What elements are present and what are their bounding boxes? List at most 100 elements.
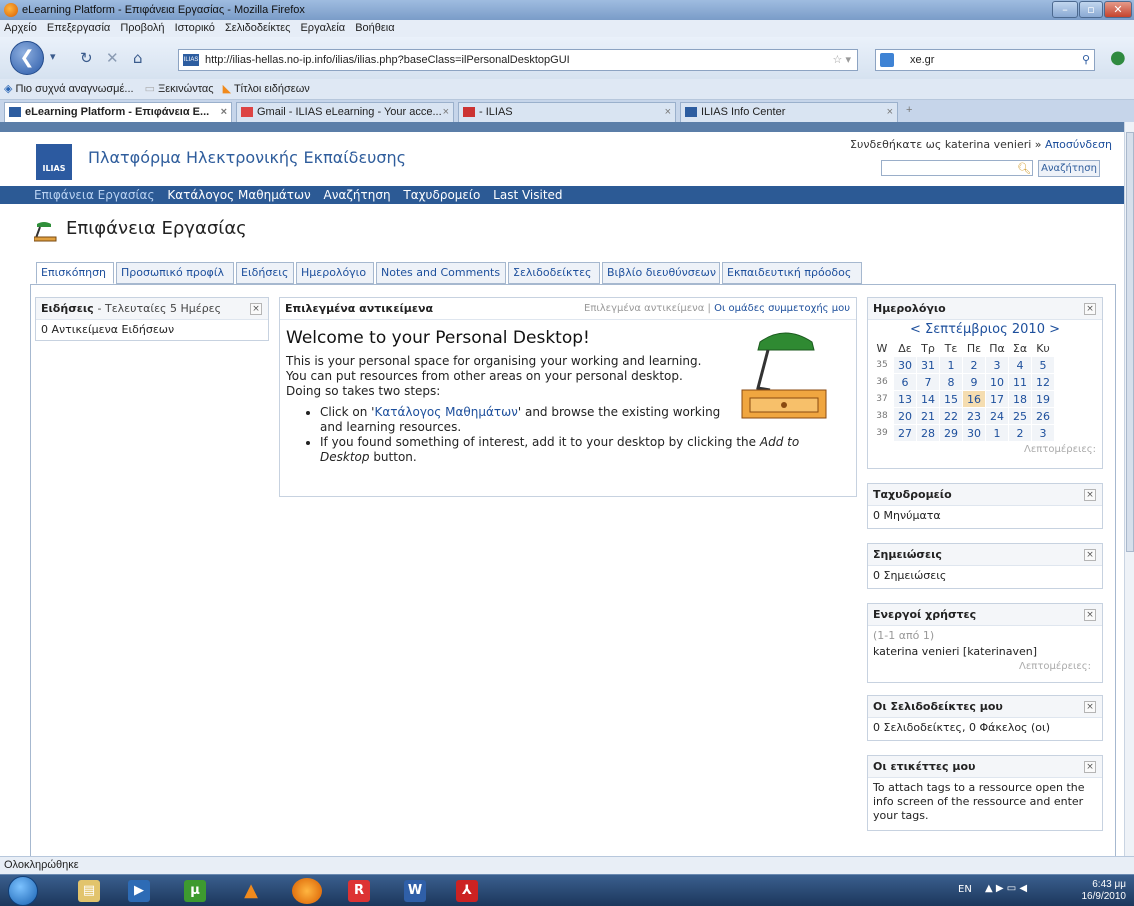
- selected-items-link[interactable]: Επιλεγμένα αντικείμενα: [584, 303, 704, 314]
- calendar-day[interactable]: 3: [986, 357, 1008, 373]
- calendar-day[interactable]: 29: [940, 425, 962, 441]
- calendar-day[interactable]: 5: [1032, 357, 1054, 373]
- menu-last-visited[interactable]: Last Visited: [493, 188, 562, 202]
- calendar-day[interactable]: 21: [917, 408, 939, 424]
- week-number[interactable]: 38: [871, 408, 893, 424]
- menu-help[interactable]: Βοήθεια: [355, 22, 394, 34]
- vertical-scrollbar[interactable]: [1124, 122, 1134, 856]
- clock[interactable]: 6:43 μμ 16/9/2010: [1082, 879, 1127, 903]
- tab-ilias[interactable]: - ILIAS ×: [458, 102, 676, 122]
- calendar-month-nav[interactable]: < Σεπτέμβριος 2010 >: [868, 322, 1102, 337]
- calendar-day[interactable]: 12: [1032, 374, 1054, 390]
- close-tab-icon[interactable]: ×: [887, 103, 893, 121]
- tab-calendar[interactable]: Ημερολόγιο: [296, 262, 374, 284]
- calendar-day[interactable]: 19: [1032, 391, 1054, 407]
- calendar-day[interactable]: 6: [894, 374, 916, 390]
- calendar-day[interactable]: 28: [917, 425, 939, 441]
- ilias-logo[interactable]: ILIAS: [36, 144, 72, 180]
- calendar-day[interactable]: 25: [1009, 408, 1031, 424]
- calendar-day[interactable]: 1: [940, 357, 962, 373]
- close-icon[interactable]: ×: [1084, 609, 1096, 621]
- calendar-day[interactable]: 14: [917, 391, 939, 407]
- reload-icon[interactable]: ↻: [80, 49, 93, 67]
- explorer-icon[interactable]: ▤: [78, 880, 100, 902]
- calendar-day[interactable]: 8: [940, 374, 962, 390]
- calendar-day[interactable]: 3: [1032, 425, 1054, 441]
- close-tab-icon[interactable]: ×: [665, 103, 671, 121]
- calendar-day[interactable]: 20: [894, 408, 916, 424]
- week-number[interactable]: 36: [871, 374, 893, 390]
- calendar-day[interactable]: 23: [963, 408, 985, 424]
- menu-bookmarks[interactable]: Σελιδοδείκτες: [225, 22, 290, 34]
- calendar-day[interactable]: 1: [986, 425, 1008, 441]
- menu-tools[interactable]: Εργαλεία: [300, 22, 345, 34]
- language-indicator[interactable]: EN: [958, 884, 972, 895]
- bookmark-headlines[interactable]: Τίτλοι ειδήσεων: [234, 83, 310, 95]
- menu-view[interactable]: Προβολή: [120, 22, 164, 34]
- menu-file[interactable]: Αρχείο: [4, 22, 37, 34]
- menu-search[interactable]: Αναζήτηση: [324, 188, 391, 202]
- tab-ilias-info[interactable]: ILIAS Info Center ×: [680, 102, 898, 122]
- pdf-icon[interactable]: ⅄: [456, 880, 478, 902]
- addon-icon[interactable]: ●: [1110, 47, 1126, 68]
- close-icon[interactable]: ×: [1084, 489, 1096, 501]
- tab-gmail[interactable]: Gmail - ILIAS eLearning - Your acce... ×: [236, 102, 454, 122]
- calendar-day[interactable]: 15: [940, 391, 962, 407]
- week-number[interactable]: 39: [871, 425, 893, 441]
- menu-history[interactable]: Ιστορικό: [175, 22, 215, 34]
- calendar-day[interactable]: 17: [986, 391, 1008, 407]
- tab-elearning[interactable]: eLearning Platform - Επιφάνεια Ε... ×: [4, 102, 232, 122]
- close-icon[interactable]: ×: [1084, 701, 1096, 713]
- courses-link[interactable]: Κατάλογος Μαθημάτων: [374, 405, 517, 419]
- my-groups-link[interactable]: Οι ομάδες συμμετοχής μου: [714, 303, 850, 314]
- calendar-day[interactable]: 2: [963, 357, 985, 373]
- tab-learning-progress[interactable]: Εκπαιδευτική πρόοδος: [722, 262, 862, 284]
- close-tab-icon[interactable]: ×: [221, 103, 227, 121]
- bookmark-star-icon[interactable]: ☆ ▾: [833, 50, 851, 70]
- calendar-day[interactable]: 13: [894, 391, 916, 407]
- search-bar[interactable]: xe.gr ⚲: [875, 49, 1095, 71]
- close-icon[interactable]: ×: [1084, 303, 1096, 315]
- utorrent-icon[interactable]: µ: [184, 880, 206, 902]
- tab-profile[interactable]: Προσωπικό προφίλ: [116, 262, 234, 284]
- tab-bookmarks[interactable]: Σελιδοδείκτες: [508, 262, 600, 284]
- firefox-taskbar-icon[interactable]: [292, 878, 322, 904]
- tab-news[interactable]: Ειδήσεις: [236, 262, 294, 284]
- close-icon[interactable]: ×: [250, 303, 262, 315]
- ilias-search-button[interactable]: Αναζήτηση: [1038, 160, 1100, 177]
- calendar-day[interactable]: 4: [1009, 357, 1031, 373]
- calendar-day[interactable]: 24: [986, 408, 1008, 424]
- acrobat-reader-icon[interactable]: R: [348, 880, 370, 902]
- menu-mail[interactable]: Ταχυδρομείο: [403, 188, 480, 202]
- calendar-day[interactable]: 9: [963, 374, 985, 390]
- calendar-day[interactable]: 31: [917, 357, 939, 373]
- minimize-button[interactable]: –: [1052, 1, 1078, 18]
- calendar-day-today[interactable]: 16: [963, 391, 985, 407]
- close-icon[interactable]: ×: [1084, 761, 1096, 773]
- calendar-day[interactable]: 7: [917, 374, 939, 390]
- media-player-icon[interactable]: ▶: [128, 880, 150, 902]
- week-number[interactable]: 37: [871, 391, 893, 407]
- menu-desktop[interactable]: Επιφάνεια Εργασίας: [34, 188, 155, 202]
- start-button[interactable]: [8, 876, 38, 906]
- calendar-day[interactable]: 30: [894, 357, 916, 373]
- active-user-entry[interactable]: katerina venieri [katerinaven]: [873, 645, 1097, 659]
- close-window-button[interactable]: ✕: [1104, 1, 1132, 18]
- word-icon[interactable]: W: [404, 880, 426, 902]
- tab-addressbook[interactable]: Βιβλίο διευθύνσεων: [602, 262, 720, 284]
- new-tab-icon[interactable]: +: [906, 104, 912, 116]
- search-engine-icon[interactable]: [880, 53, 894, 67]
- calendar-day[interactable]: 10: [986, 374, 1008, 390]
- calendar-day[interactable]: 27: [894, 425, 916, 441]
- search-icon[interactable]: ⚲: [1082, 50, 1090, 70]
- tray-icons[interactable]: ▲ ▶ ▭ ◀: [985, 883, 1027, 894]
- calendar-day[interactable]: 26: [1032, 408, 1054, 424]
- back-button[interactable]: ❮: [10, 41, 44, 75]
- home-icon[interactable]: ⌂: [133, 49, 143, 67]
- calendar-day[interactable]: 22: [940, 408, 962, 424]
- tab-notes[interactable]: Notes and Comments: [376, 262, 506, 284]
- vlc-icon[interactable]: ▲: [240, 880, 262, 902]
- ilias-search-input[interactable]: [881, 160, 1033, 176]
- tab-overview[interactable]: Επισκόπηση: [36, 262, 114, 284]
- bookmark-most-visited[interactable]: Πιο συχνά αναγνωσμέ...: [16, 83, 134, 95]
